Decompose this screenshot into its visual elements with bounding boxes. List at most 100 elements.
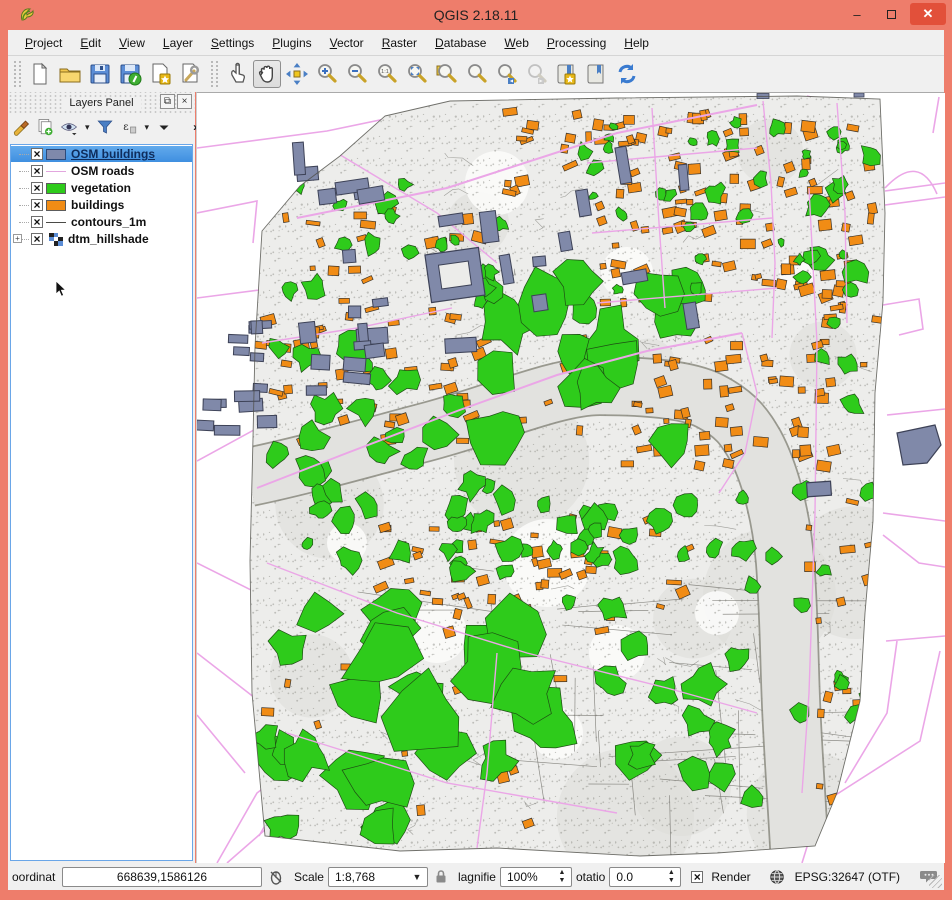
layer-swatch	[49, 233, 63, 246]
zoom-last-button[interactable]	[493, 60, 521, 88]
mouse-cursor	[55, 280, 67, 298]
menu-database[interactable]: Database	[426, 32, 495, 54]
save-icon	[88, 62, 112, 86]
menu-processing[interactable]: Processing	[538, 32, 615, 54]
menu-plugins[interactable]: Plugins	[263, 32, 320, 54]
panel-close-button[interactable]: ×	[177, 94, 192, 109]
magnifier-spin[interactable]: 100% ▲▼	[500, 867, 572, 887]
layer-checkbox[interactable]: ×	[31, 148, 43, 160]
visibility-icon	[60, 118, 78, 136]
resize-grip[interactable]	[929, 875, 942, 888]
toolbar-grip[interactable]	[211, 61, 218, 87]
zoom-full-button[interactable]	[403, 60, 431, 88]
rotation-up-icon: ▲	[664, 869, 678, 877]
menu-raster[interactable]: Raster	[373, 32, 426, 54]
layer-row-osm-roads[interactable]: ×OSM roads	[11, 163, 192, 179]
map-canvas[interactable]	[196, 92, 944, 863]
menu-layer[interactable]: Layer	[154, 32, 202, 54]
zoom-out-button[interactable]	[343, 60, 371, 88]
save-project-as-button[interactable]	[116, 60, 144, 88]
new-bookmark-button[interactable]	[553, 60, 581, 88]
close-button[interactable]: ✕	[910, 3, 946, 25]
panel-tool-visibility-button[interactable]	[60, 118, 78, 136]
layer-name: vegetation	[71, 181, 131, 195]
layer-row-buildings[interactable]: ×buildings	[11, 197, 192, 213]
rotation-spin[interactable]: 0.0 ▲▼	[609, 867, 681, 887]
rotation-down-icon: ▼	[664, 877, 678, 885]
layer-tree: ×OSM buildings×OSM roads×vegetation×buil…	[10, 144, 193, 861]
layers-panel: Layers Panel ⧉ × ▾ε▾» ×OSM buildings×OSM…	[8, 92, 195, 863]
zoom-next-button[interactable]	[523, 60, 551, 88]
layer-name: contours_1m	[71, 215, 146, 229]
crs-status[interactable]: EPSG:32647 (OTF)	[795, 870, 900, 884]
menu-edit[interactable]: Edit	[71, 32, 110, 54]
bookmark-icon	[585, 62, 609, 86]
menu-help[interactable]: Help	[615, 32, 658, 54]
zoom-out-icon	[345, 62, 369, 86]
layer-checkbox[interactable]: ×	[31, 216, 43, 228]
layer-checkbox[interactable]: ×	[31, 165, 43, 177]
scale-combo[interactable]: 1:8,768 ▼	[328, 867, 428, 887]
render-label: Render	[711, 870, 750, 884]
layer-checkbox[interactable]: ×	[31, 233, 43, 245]
mouse-position-icon[interactable]	[268, 869, 284, 885]
maximize-button[interactable]	[876, 3, 906, 25]
menu-vector[interactable]: Vector	[321, 32, 373, 54]
caret-icon	[155, 118, 173, 136]
layer-row-dtm-hillshade[interactable]: +×dtm_hillshade	[11, 231, 192, 247]
menu-web[interactable]: Web	[495, 32, 537, 54]
menu-project[interactable]: Project	[16, 32, 71, 54]
zoom-to-layer-button[interactable]	[433, 60, 461, 88]
layer-row-osm-buildings[interactable]: ×OSM buildings	[11, 146, 192, 162]
new-composer-button[interactable]	[146, 60, 174, 88]
layer-checkbox[interactable]: ×	[31, 199, 43, 211]
panel-tool-styling-button[interactable]	[12, 118, 30, 136]
panel-tool-caret-button[interactable]	[155, 118, 173, 136]
zoom-layer-icon	[435, 62, 459, 86]
new-project-button[interactable]	[26, 60, 54, 88]
layer-swatch	[46, 171, 66, 172]
panel-tool-filter-button[interactable]	[96, 118, 114, 136]
rotation-label: otatio	[576, 870, 605, 884]
touch-zoom-pan-button[interactable]	[223, 60, 251, 88]
panel-float-button[interactable]: ⧉	[160, 94, 175, 109]
show-bookmarks-button[interactable]	[583, 60, 611, 88]
layer-row-contours-1m[interactable]: × contours_1m	[11, 214, 192, 230]
window-title: QGIS 2.18.11	[0, 7, 952, 23]
svg-text:1:1: 1:1	[381, 69, 389, 75]
crs-globe-icon[interactable]	[769, 869, 785, 885]
tree-guide	[19, 205, 29, 206]
pan-to-selection-button[interactable]	[283, 60, 311, 88]
minimize-button[interactable]: –	[842, 3, 872, 25]
zoom-sel-icon	[465, 62, 489, 86]
zoom-last-icon	[495, 62, 519, 86]
coordinate-input[interactable]: 668639,1586126	[62, 867, 262, 887]
scale-lock-icon[interactable]	[434, 869, 448, 884]
refresh-button[interactable]	[613, 60, 641, 88]
layers-panel-header: Layers Panel ⧉ ×	[8, 92, 195, 114]
menu-view[interactable]: View	[110, 32, 154, 54]
layer-swatch	[46, 183, 66, 194]
composer-manager-button[interactable]	[176, 60, 204, 88]
panel-tool-expression-button[interactable]: ε	[120, 118, 138, 136]
save-project-button[interactable]	[86, 60, 114, 88]
styling-icon	[12, 118, 30, 136]
zoom-native-button[interactable]: 1:1	[373, 60, 401, 88]
panel-tool-add-group-button[interactable]	[36, 118, 54, 136]
open-project-button[interactable]	[56, 60, 84, 88]
layer-checkbox[interactable]: ×	[31, 182, 43, 194]
menu-settings[interactable]: Settings	[202, 32, 263, 54]
expander-icon[interactable]: +	[13, 234, 22, 243]
add-group-icon	[36, 118, 54, 136]
zoom-native-icon: 1:1	[375, 62, 399, 86]
zoom-to-selection-button[interactable]	[463, 60, 491, 88]
layer-swatch	[46, 222, 66, 223]
coordinate-label: oordinat	[12, 870, 58, 884]
layer-row-vegetation[interactable]: × vegetation	[11, 180, 192, 196]
render-checkbox[interactable]: ×	[691, 871, 703, 883]
zoom-in-button[interactable]	[313, 60, 341, 88]
tree-guide	[19, 171, 29, 172]
toolbar-grip[interactable]	[14, 61, 21, 87]
pan-map-button[interactable]	[253, 60, 281, 88]
scale-dropdown-icon[interactable]: ▼	[409, 869, 425, 885]
